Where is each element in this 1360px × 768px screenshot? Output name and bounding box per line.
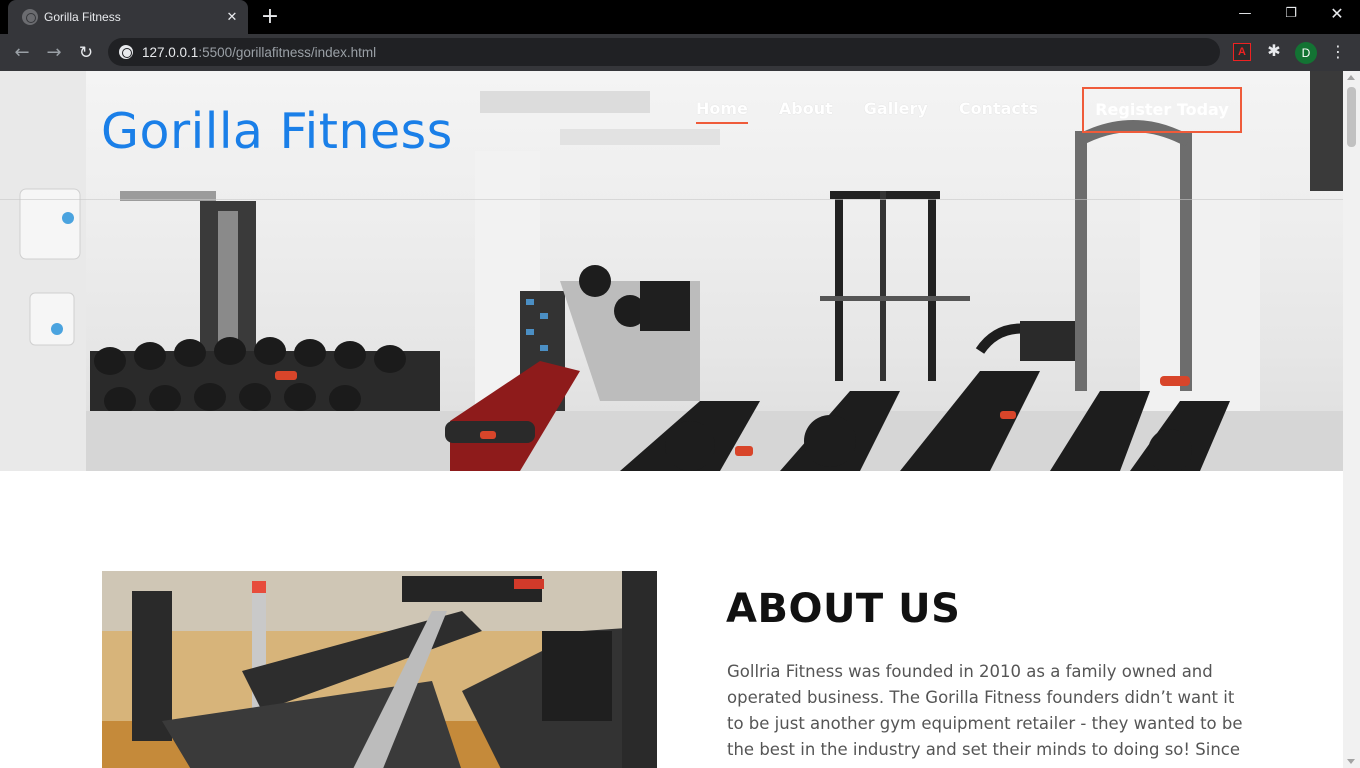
browser-toolbar: ← → ↻ 127.0.0.1:5500/gorillafitness/inde… [0,34,1360,71]
close-tab-icon[interactable]: ✕ [222,7,242,27]
maximize-button[interactable]: ❐ [1268,0,1314,30]
scroll-up-arrow-icon[interactable] [1347,75,1355,80]
tab-title: Gorilla Fitness [44,10,121,24]
about-title: ABOUT US [726,586,961,632]
minimize-button[interactable]: — [1222,0,1268,30]
scroll-thumb[interactable] [1347,87,1356,147]
main-nav: Home About Gallery Contacts [696,99,1038,124]
url-text[interactable]: 127.0.0.1:5500/gorillafitness/index.html [142,45,376,60]
header-divider [0,199,1343,200]
address-bar[interactable]: 127.0.0.1:5500/gorillafitness/index.html [108,38,1220,66]
browser-menu-icon[interactable]: ⋮ [1328,41,1348,63]
nav-contacts[interactable]: Contacts [959,99,1038,124]
back-button[interactable]: ← [8,39,36,67]
nav-home[interactable]: Home [696,99,748,124]
about-text: Gollria Fitness was founded in 2010 as a… [727,662,1243,768]
browser-tab[interactable]: Gorilla Fitness ✕ [8,0,248,34]
globe-icon [22,9,38,25]
new-tab-button[interactable]: + [256,3,284,31]
nav-gallery[interactable]: Gallery [864,99,928,124]
forward-button[interactable]: → [40,39,68,67]
url-path: :5500/gorillafitness/index.html [198,45,377,60]
page-viewport: Gorilla Fitness Home About Gallery Conta… [0,71,1343,768]
register-today-button[interactable]: Register Today [1082,87,1242,133]
site-logo[interactable]: Gorilla Fitness [101,103,453,160]
extensions-puzzle-icon[interactable]: ✱ [1264,41,1284,61]
hero-banner: Gorilla Fitness Home About Gallery Conta… [0,71,1343,471]
page-scrollbar[interactable] [1343,71,1360,768]
reload-button[interactable]: ↻ [72,39,100,67]
site-info-icon[interactable] [119,45,133,59]
tab-strip: Gorilla Fitness ✕ + — ❐ ✕ [0,0,1360,34]
pdf-extension-icon[interactable]: A [1233,43,1251,61]
scroll-down-arrow-icon[interactable] [1347,759,1355,764]
close-window-button[interactable]: ✕ [1314,0,1360,30]
about-treadmill-image [102,571,657,768]
url-host: 127.0.0.1 [142,45,199,60]
profile-avatar[interactable]: D [1295,42,1317,64]
nav-about[interactable]: About [779,99,833,124]
